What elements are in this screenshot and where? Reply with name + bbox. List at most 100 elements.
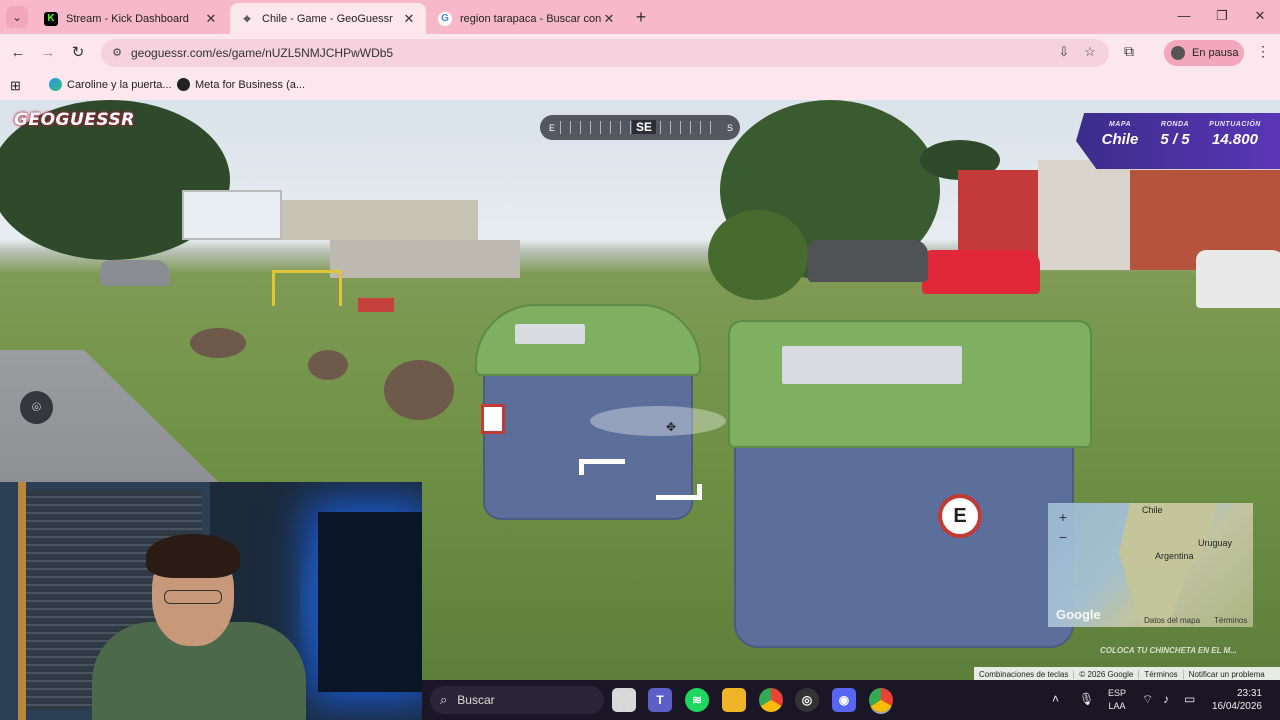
status-label: MAPA [1108, 121, 1132, 128]
zoom-in-button[interactable]: + [1054, 509, 1072, 525]
clock-time: 23:31 [1236, 688, 1262, 699]
map-pin-icon: ⌖ [243, 10, 251, 26]
spotify-icon[interactable]: ≋ [685, 688, 709, 712]
chrome-icon[interactable] [759, 688, 783, 712]
teams-icon[interactable]: T [648, 688, 672, 712]
red-car [922, 250, 1040, 294]
report-problem-link[interactable]: Notificar un problema [1182, 669, 1270, 679]
webcam-overlay [0, 482, 422, 720]
windows-taskbar: ⌕ Buscar T ≋ ◎ ◉ ˄ 🎙 ESP LAA ⌔ ♪ ▭ 23:31… [422, 680, 1280, 720]
status-value: 14.800 [1212, 131, 1258, 148]
minimize-icon[interactable]: — [1174, 8, 1194, 23]
bookmarks-bar: ⊞ Caroline y la puerta... Meta for Busin… [0, 72, 1280, 100]
tray-chevron-icon[interactable]: ˄ [1052, 692, 1059, 706]
address-bar[interactable]: ⚙ geoguessr.com/es/game/nUZL5NMJCHPwWDb5… [101, 39, 1109, 67]
bookmark-item[interactable]: Caroline y la puerta... [49, 78, 172, 91]
nav-arrow-icon[interactable] [579, 459, 625, 475]
compass-right: S [727, 123, 734, 133]
status-map: MAPA Chile [1098, 121, 1142, 148]
no-parking-sign: E [938, 494, 982, 538]
map-terms-link[interactable]: Términos [1214, 616, 1247, 625]
guess-minimap[interactable]: + − Chile Uruguay Argentina Google Datos… [1048, 503, 1253, 627]
billboard [182, 190, 282, 240]
move-cursor-icon: ✥ [665, 420, 677, 434]
forward-icon[interactable]: → [38, 43, 58, 63]
nav-arrow-icon[interactable] [656, 484, 702, 500]
terms-link[interactable]: Términos [1138, 669, 1182, 679]
edge-icon [49, 78, 62, 91]
bookmark-label: Caroline y la puerta... [67, 78, 172, 91]
building-mural [330, 240, 520, 278]
bench [358, 298, 394, 312]
new-tab-button[interactable]: + [632, 7, 650, 28]
close-window-icon[interactable]: ✕ [1250, 8, 1270, 24]
tab-geoguessr[interactable]: ⌖ Chile - Game - GeoGuessr ✕ [230, 3, 426, 34]
browser-toolbar: ← → ↻ ⚙ geoguessr.com/es/game/nUZL5NMJCH… [0, 34, 1280, 72]
restore-icon[interactable]: ❐ [1212, 8, 1232, 24]
tab-search-button[interactable]: ⌄ [6, 6, 28, 28]
input-language[interactable]: ESP LAA [1108, 687, 1126, 713]
tab-title: region tarapaca - Buscar con Google [460, 12, 602, 25]
tab-google-search[interactable]: G region tarapaca - Buscar con Google ✕ [428, 3, 626, 34]
keyboard-shortcuts-link[interactable]: Combinaciones de teclas [974, 670, 1073, 679]
bookmark-star-icon[interactable]: ☆ [1081, 44, 1099, 60]
map-data-link[interactable]: Datos del mapa [1144, 616, 1200, 625]
streetview-footer: Combinaciones de teclas © 2026 Google Té… [974, 667, 1280, 681]
profile-button[interactable]: En pausa [1164, 40, 1244, 66]
taskbar-search[interactable]: ⌕ Buscar [430, 686, 604, 714]
system-clock[interactable]: 23:31 16/04/2026 [1208, 687, 1262, 713]
house [958, 170, 1038, 260]
lang-code: ESP [1108, 688, 1127, 698]
return-to-start-icon[interactable]: ⌾ [20, 391, 53, 424]
geoguessr-logo[interactable]: GEOGUESSR [14, 110, 135, 130]
profile-label: En pausa [1192, 47, 1239, 59]
bookmark-item[interactable]: Meta for Business (a... [177, 78, 305, 91]
close-tab-icon[interactable]: ✕ [602, 11, 616, 27]
bookmark-label: Meta for Business (a... [195, 78, 306, 91]
extensions-icon[interactable]: ⧉ [1124, 43, 1134, 60]
playground [272, 270, 342, 306]
volume-icon[interactable]: ♪ [1163, 692, 1169, 706]
install-app-icon[interactable]: ⇩ [1055, 44, 1073, 60]
site-info-icon[interactable]: ⚙ [109, 45, 125, 61]
compass-heading: SE [632, 120, 657, 134]
game-status-panel: MAPA Chile RONDA 5 / 5 PUNTUACIÓN 14.800 [1076, 113, 1280, 169]
map-label: Uruguay [1198, 538, 1233, 548]
status-value: 5 / 5 [1160, 131, 1190, 148]
close-tab-icon[interactable]: ✕ [204, 11, 218, 27]
task-view-icon[interactable] [612, 688, 636, 712]
zoom-out-button[interactable]: − [1054, 529, 1072, 545]
map-label: Argentina [1155, 551, 1194, 561]
reload-icon[interactable]: ↻ [68, 43, 88, 63]
tab-strip: ⌄ K Stream - Kick Dashboard ✕ ⌖ Chile - … [0, 0, 1280, 34]
obs-icon[interactable]: ◎ [795, 688, 819, 712]
bush [308, 350, 348, 380]
building [282, 200, 478, 240]
compass: E SE S [540, 115, 740, 140]
microphone-icon[interactable]: 🎙 [1079, 692, 1094, 706]
close-tab-icon[interactable]: ✕ [402, 11, 416, 27]
compass-left: E [549, 123, 556, 133]
file-explorer-icon[interactable] [722, 688, 746, 712]
url-text[interactable]: geoguessr.com/es/game/nUZL5NMJCHPwWDb5 [131, 46, 393, 60]
dark-truck [808, 240, 928, 282]
status-label: RONDA [1160, 121, 1190, 128]
status-label: PUNTUACIÓN [1209, 121, 1261, 128]
place-pin-hint: COLOCA TU CHINCHETA EN EL M... [1100, 646, 1237, 655]
status-value: Chile [1101, 131, 1139, 148]
tab-title: Stream - Kick Dashboard [66, 12, 189, 25]
bush [190, 328, 246, 358]
person-glasses [164, 590, 222, 604]
discord-icon[interactable]: ◉ [832, 688, 856, 712]
grey-car [100, 260, 170, 286]
bush [384, 360, 454, 420]
back-icon[interactable]: ← [8, 43, 28, 63]
browser-menu-icon[interactable]: ⋮ [1256, 43, 1270, 60]
battery-icon[interactable]: ▭ [1184, 692, 1195, 706]
lang-layout: LAA [1108, 701, 1126, 711]
chrome-active-icon[interactable] [869, 688, 893, 712]
apps-grid-icon[interactable]: ⊞ [10, 78, 21, 94]
google-logo: Google [1056, 607, 1101, 622]
wifi-icon[interactable]: ⌔ [1142, 692, 1153, 707]
tab-kick[interactable]: K Stream - Kick Dashboard ✕ [34, 3, 228, 34]
